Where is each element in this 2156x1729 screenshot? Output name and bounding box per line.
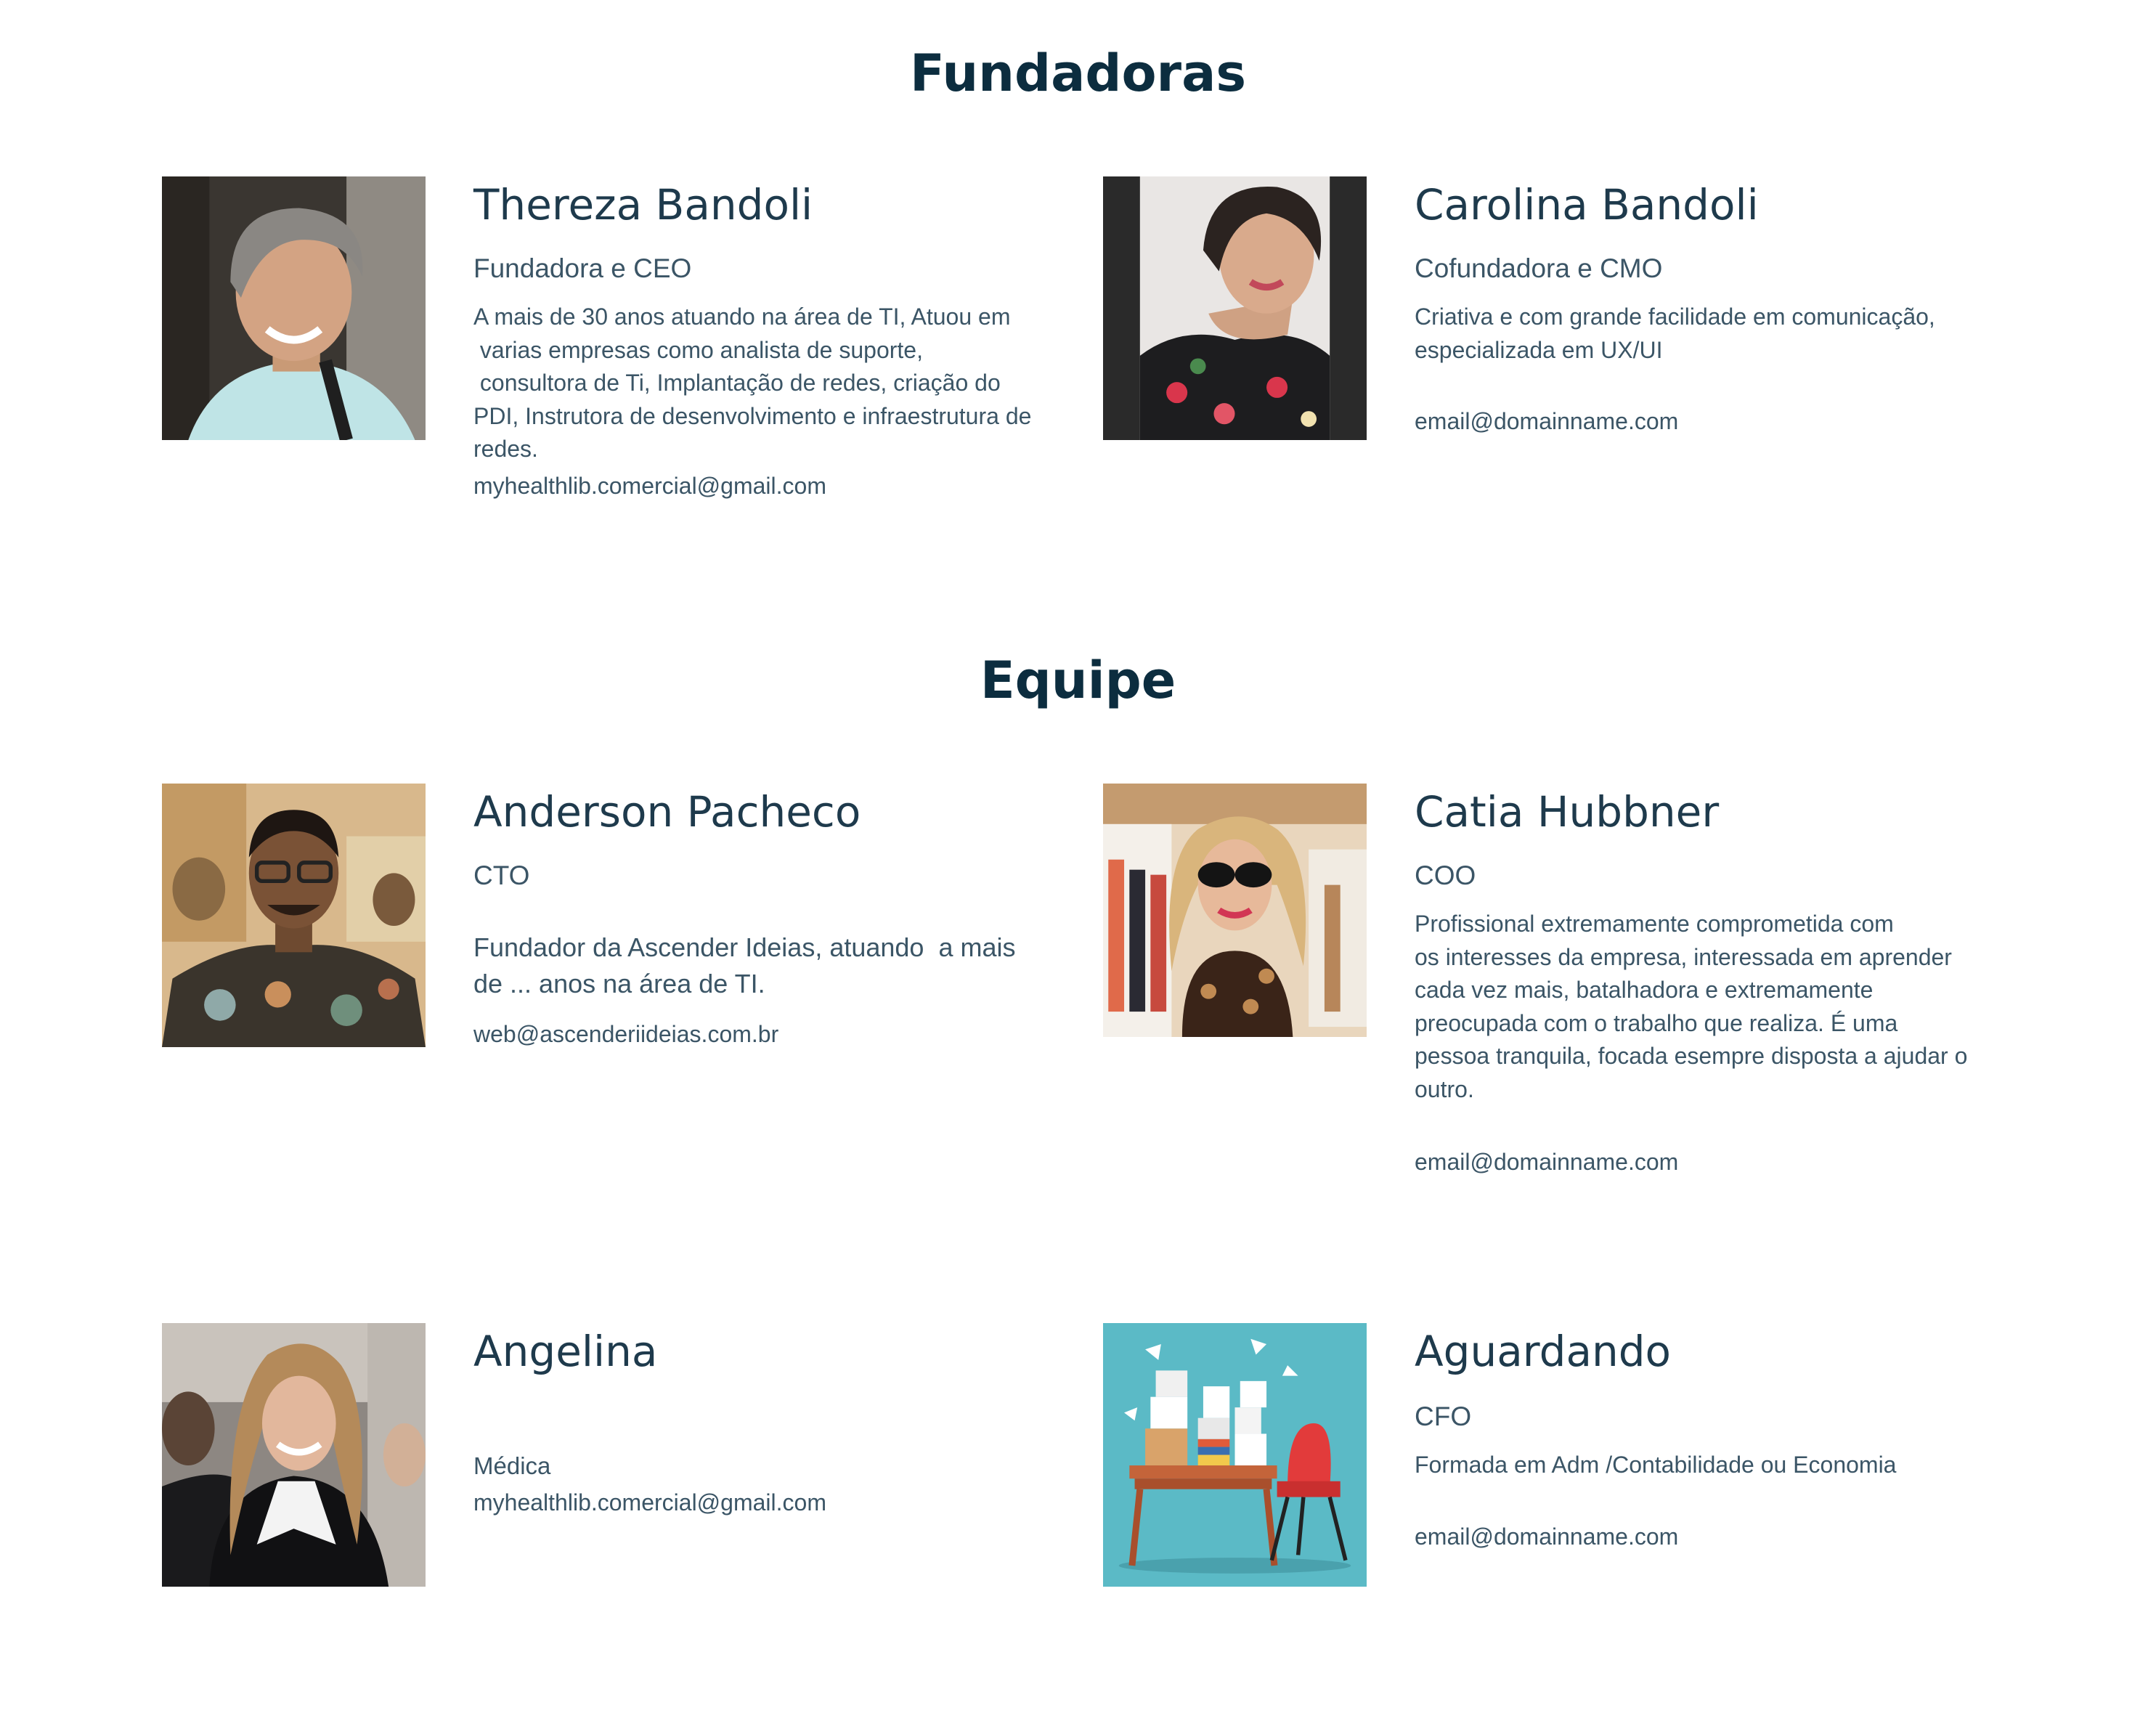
catia-hubbner-photo [1103, 784, 1367, 1037]
member-name: Angelina [473, 1327, 658, 1376]
member-email[interactable]: web@ascenderiideias.com.br [473, 1022, 778, 1046]
description-line: cada vez mais, batalhadora e extremament… [1415, 977, 1874, 1003]
member-email[interactable]: email@domainname.com [1415, 1150, 1678, 1173]
member-description: Profissional extremamente comprometida c… [1415, 908, 2156, 1106]
description-line: Criativa e com grande facilidade em comu… [1415, 304, 1935, 330]
anderson-pacheco-photo [162, 784, 426, 1047]
member-email[interactable]: myhealthlib.comercial@gmail.com [473, 474, 826, 497]
description-line: preocupada com o trabalho que realiza. É… [1415, 1009, 1898, 1036]
member-description: Formada em Adm /Contabilidade ou Economi… [1415, 1449, 2156, 1482]
member-name: Thereza Bandoli [473, 180, 813, 229]
member-email[interactable]: email@domainname.com [1415, 1525, 1678, 1548]
member-role: Fundadora e CEO [473, 253, 692, 283]
description-line: especializada em UX/UI [1415, 336, 1663, 363]
member-role: Médica [473, 1452, 551, 1479]
member-name: Aguardando [1415, 1327, 1672, 1376]
description-line: Profissional extremamente comprometida c… [1415, 911, 1894, 937]
member-email[interactable]: email@domainname.com [1415, 410, 1678, 433]
aguardando-placeholder-image [1103, 1323, 1367, 1587]
member-name: Carolina Bandoli [1415, 180, 1759, 229]
member-description: Criativa e com grande facilidade em comu… [1415, 301, 2156, 367]
member-role: COO [1415, 861, 1476, 890]
description-line: pessoa tranquila, focada esempre dispost… [1415, 1043, 1968, 1069]
angelina-photo [162, 1323, 426, 1587]
founders-heading: Fundadoras [910, 44, 1246, 103]
member-role: CTO [473, 861, 530, 890]
member-role: CFO [1415, 1401, 1472, 1431]
member-name: Catia Hubbner [1415, 787, 1720, 837]
team-heading: Equipe [980, 651, 1176, 710]
carolina-bandoli-photo [1103, 176, 1367, 440]
description-line: os interesses da empresa, interessada em… [1415, 943, 1952, 970]
description-line: Formada em Adm /Contabilidade ou Economi… [1415, 1452, 1897, 1478]
thereza-bandoli-photo [162, 176, 426, 440]
member-name: Anderson Pacheco [473, 787, 861, 837]
description-line: outro. [1415, 1075, 1474, 1102]
member-email[interactable]: myhealthlib.comercial@gmail.com [473, 1491, 826, 1514]
member-role: Cofundadora e CMO [1415, 253, 1663, 283]
